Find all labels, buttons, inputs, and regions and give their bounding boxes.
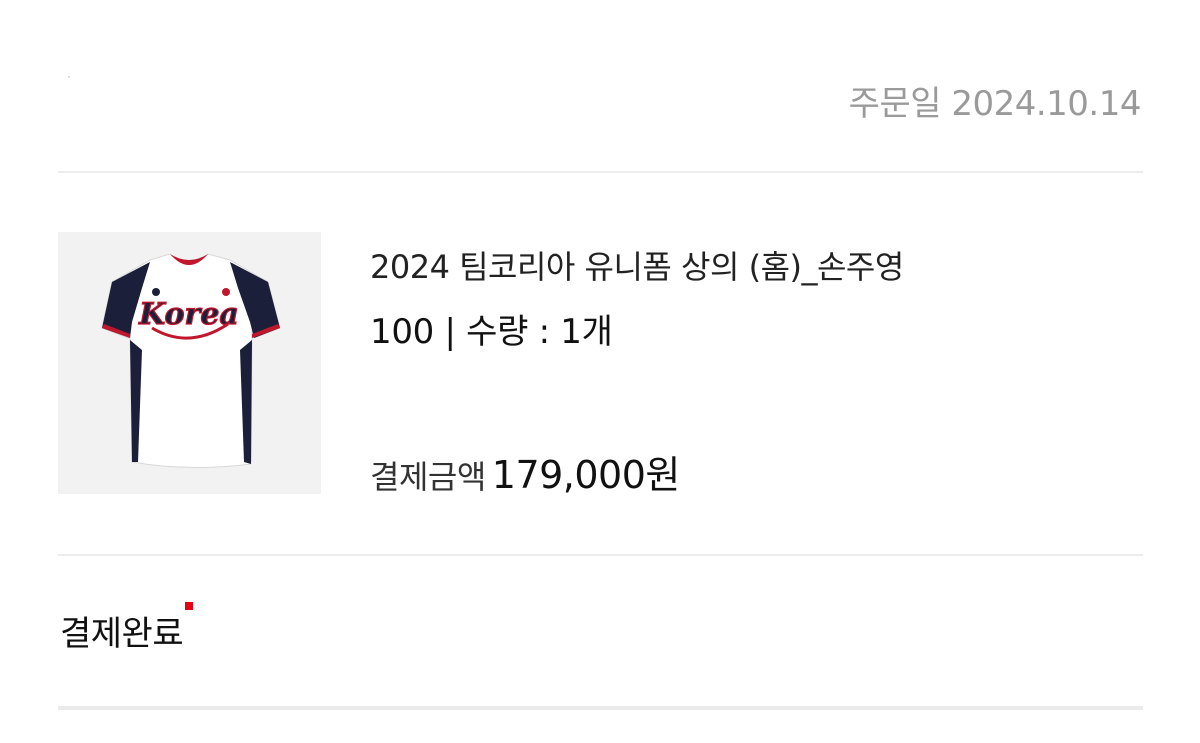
order-date: 주문일 2024.10.14 — [848, 84, 1142, 124]
product-thumbnail[interactable]: Korea — [58, 232, 321, 494]
product-name[interactable]: 2024 팀코리아 유니폼 상의 (홈)_손주영 — [370, 242, 904, 288]
divider-middle — [58, 554, 1143, 556]
divider-bottom — [58, 706, 1143, 710]
status-label: 결제완료 — [60, 614, 184, 654]
order-header: 주문일 2024.10.14 — [58, 0, 1143, 172]
price-value: 179,000원 — [491, 453, 681, 497]
jersey-image: Korea — [58, 232, 321, 494]
price-label: 결제금액 — [370, 458, 486, 496]
price-line: 결제금액 179,000원 — [370, 444, 680, 499]
new-indicator-dot — [185, 602, 194, 610]
divider-top — [58, 171, 1143, 173]
product-option: 100 | 수량 : 1개 — [370, 312, 613, 352]
payment-status: 결제완료 — [60, 602, 194, 655]
